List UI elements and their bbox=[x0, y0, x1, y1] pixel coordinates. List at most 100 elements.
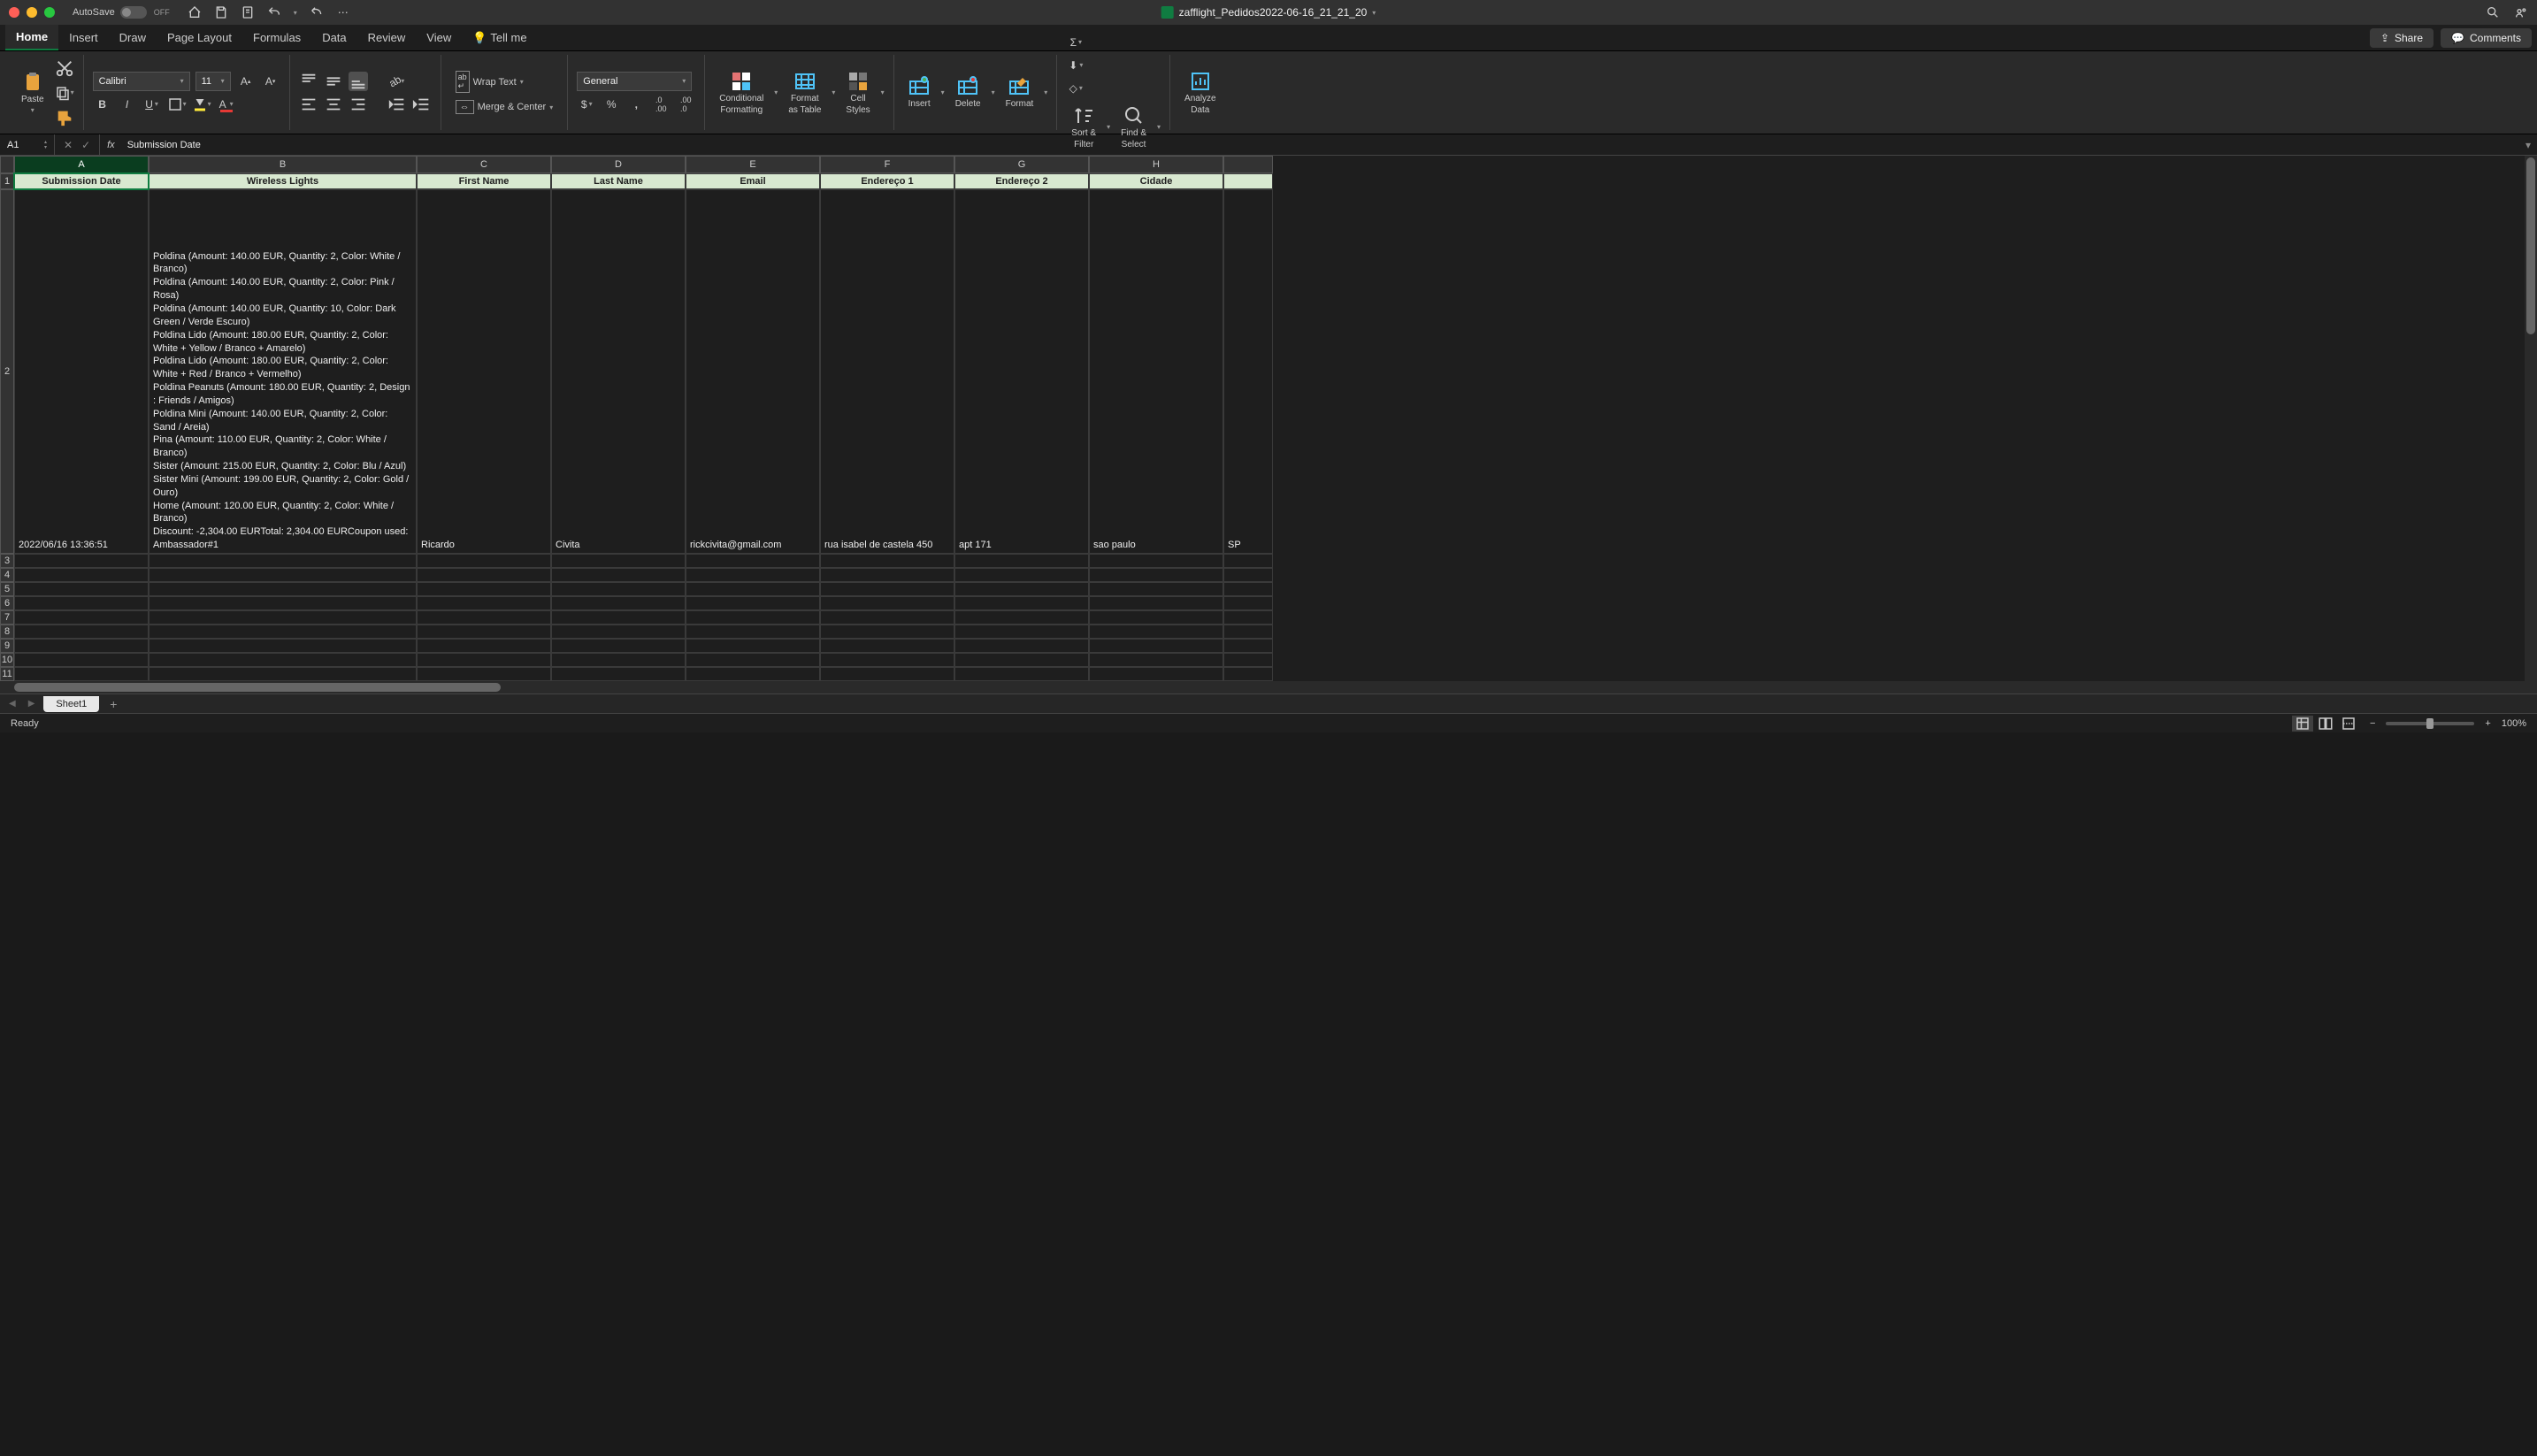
cell-empty[interactable] bbox=[1089, 582, 1223, 596]
align-center-icon[interactable] bbox=[324, 95, 343, 114]
cell-empty[interactable] bbox=[1223, 568, 1273, 582]
cell-empty[interactable] bbox=[686, 582, 820, 596]
borders-icon[interactable]: ▾ bbox=[167, 95, 187, 114]
chevron-down-icon[interactable]: ▾ bbox=[520, 78, 524, 86]
align-top-icon[interactable] bbox=[299, 72, 318, 91]
cell-f1[interactable]: Endereço 1 bbox=[820, 173, 954, 189]
tab-page-layout[interactable]: Page Layout bbox=[157, 26, 242, 50]
col-header-e[interactable]: E bbox=[686, 156, 820, 173]
cell-empty[interactable] bbox=[14, 610, 149, 625]
select-all-corner[interactable] bbox=[0, 156, 14, 173]
paste-button[interactable]: Paste ▾ bbox=[16, 68, 50, 118]
tab-data[interactable]: Data bbox=[311, 26, 356, 50]
search-icon[interactable] bbox=[2486, 5, 2500, 19]
cell-empty[interactable] bbox=[1089, 667, 1223, 681]
formula-input[interactable]: Submission Date bbox=[122, 140, 2519, 150]
cell-empty[interactable] bbox=[14, 596, 149, 610]
cell-empty[interactable] bbox=[417, 554, 551, 568]
autosave-toggle[interactable]: AutoSave OFF bbox=[73, 6, 170, 19]
more-icon[interactable]: ⋯ bbox=[336, 5, 350, 19]
cell-h2[interactable]: sao paulo bbox=[1089, 189, 1223, 554]
cell-empty[interactable] bbox=[954, 667, 1089, 681]
cell-empty[interactable] bbox=[1223, 639, 1273, 653]
align-bottom-icon[interactable] bbox=[349, 72, 368, 91]
comma-icon[interactable]: , bbox=[626, 95, 646, 114]
cell-d1[interactable]: Last Name bbox=[551, 173, 686, 189]
row-header-1[interactable]: 1 bbox=[0, 173, 14, 189]
minimize-window-icon[interactable] bbox=[27, 7, 37, 18]
chevron-down-icon[interactable]: ▾ bbox=[549, 103, 553, 111]
chevron-down-icon[interactable]: ▾ bbox=[1157, 123, 1161, 131]
align-middle-icon[interactable] bbox=[324, 72, 343, 91]
cell-empty[interactable] bbox=[1089, 639, 1223, 653]
fill-icon[interactable]: ⬇▾ bbox=[1066, 56, 1085, 75]
cell-a2[interactable]: 2022/06/16 13:36:51 bbox=[14, 189, 149, 554]
cell-empty[interactable] bbox=[551, 568, 686, 582]
cell-overflow-2[interactable]: SP bbox=[1223, 189, 1273, 554]
tab-tell-me[interactable]: 💡 Tell me bbox=[462, 26, 537, 50]
row-header-2[interactable]: 2 bbox=[0, 189, 14, 554]
fx-icon[interactable]: fx bbox=[100, 140, 122, 150]
maximize-window-icon[interactable] bbox=[44, 7, 55, 18]
cell-empty[interactable] bbox=[686, 625, 820, 639]
analyze-data-button[interactable]: Analyze Data bbox=[1179, 67, 1222, 119]
chevron-down-icon[interactable]: ▾ bbox=[774, 88, 778, 96]
title-dropdown-icon[interactable]: ▾ bbox=[1372, 9, 1376, 17]
cell-empty[interactable] bbox=[417, 610, 551, 625]
cell-empty[interactable] bbox=[14, 568, 149, 582]
cell-empty[interactable] bbox=[686, 596, 820, 610]
cell-empty[interactable] bbox=[551, 639, 686, 653]
cell-empty[interactable] bbox=[820, 554, 954, 568]
cell-empty[interactable] bbox=[14, 625, 149, 639]
tab-insert[interactable]: Insert bbox=[58, 26, 109, 50]
cell-empty[interactable] bbox=[820, 610, 954, 625]
cell-empty[interactable] bbox=[417, 639, 551, 653]
cell-empty[interactable] bbox=[14, 554, 149, 568]
enter-icon[interactable]: ✓ bbox=[81, 139, 90, 151]
cell-empty[interactable] bbox=[686, 639, 820, 653]
row-header-9[interactable]: 9 bbox=[0, 639, 14, 653]
col-header-g[interactable]: G bbox=[954, 156, 1089, 173]
row-header-8[interactable]: 8 bbox=[0, 625, 14, 639]
increase-font-icon[interactable]: A▴ bbox=[236, 72, 256, 91]
copy-icon[interactable]: ▾ bbox=[55, 83, 74, 103]
page-layout-view-icon[interactable] bbox=[2315, 716, 2336, 732]
zoom-out-button[interactable]: − bbox=[2370, 718, 2375, 729]
chevron-down-icon[interactable]: ▾ bbox=[881, 88, 885, 96]
cell-empty[interactable] bbox=[686, 554, 820, 568]
bold-button[interactable]: B bbox=[93, 95, 112, 114]
name-box[interactable]: A1 ▴▾ bbox=[0, 134, 55, 155]
cell-empty[interactable] bbox=[820, 625, 954, 639]
home-icon[interactable] bbox=[188, 5, 202, 19]
vertical-scrollbar[interactable] bbox=[2525, 156, 2537, 694]
cell-empty[interactable] bbox=[149, 610, 417, 625]
formula-bar-expand-icon[interactable]: ▾ bbox=[2519, 139, 2537, 151]
h-scroll-thumb[interactable] bbox=[14, 683, 501, 692]
share-button[interactable]: ⇪ Share bbox=[2370, 28, 2434, 48]
cell-empty[interactable] bbox=[1223, 596, 1273, 610]
zoom-in-button[interactable]: + bbox=[2485, 718, 2490, 729]
tab-home[interactable]: Home bbox=[5, 25, 58, 50]
percent-icon[interactable]: % bbox=[602, 95, 621, 114]
cell-empty[interactable] bbox=[1089, 625, 1223, 639]
cell-empty[interactable] bbox=[149, 568, 417, 582]
cell-empty[interactable] bbox=[820, 568, 954, 582]
chevron-down-icon[interactable]: ▾ bbox=[1107, 123, 1110, 131]
normal-view-icon[interactable] bbox=[2292, 716, 2313, 732]
currency-icon[interactable]: $▾ bbox=[577, 95, 596, 114]
cell-empty[interactable] bbox=[417, 568, 551, 582]
format-as-table-button[interactable]: Format as Table bbox=[783, 67, 826, 119]
italic-button[interactable]: I bbox=[118, 95, 137, 114]
conditional-formatting-button[interactable]: Conditional Formatting bbox=[714, 67, 769, 119]
col-header-a[interactable]: A bbox=[14, 156, 149, 173]
cancel-icon[interactable]: ✕ bbox=[64, 139, 73, 151]
sheet-next-icon[interactable]: ▶ bbox=[25, 699, 39, 709]
cell-empty[interactable] bbox=[551, 582, 686, 596]
cell-empty[interactable] bbox=[14, 582, 149, 596]
cell-empty[interactable] bbox=[820, 639, 954, 653]
cell-empty[interactable] bbox=[820, 653, 954, 667]
cell-empty[interactable] bbox=[149, 625, 417, 639]
cell-empty[interactable] bbox=[1223, 582, 1273, 596]
cell-h1[interactable]: Cidade bbox=[1089, 173, 1223, 189]
cut-icon[interactable] bbox=[55, 58, 74, 78]
